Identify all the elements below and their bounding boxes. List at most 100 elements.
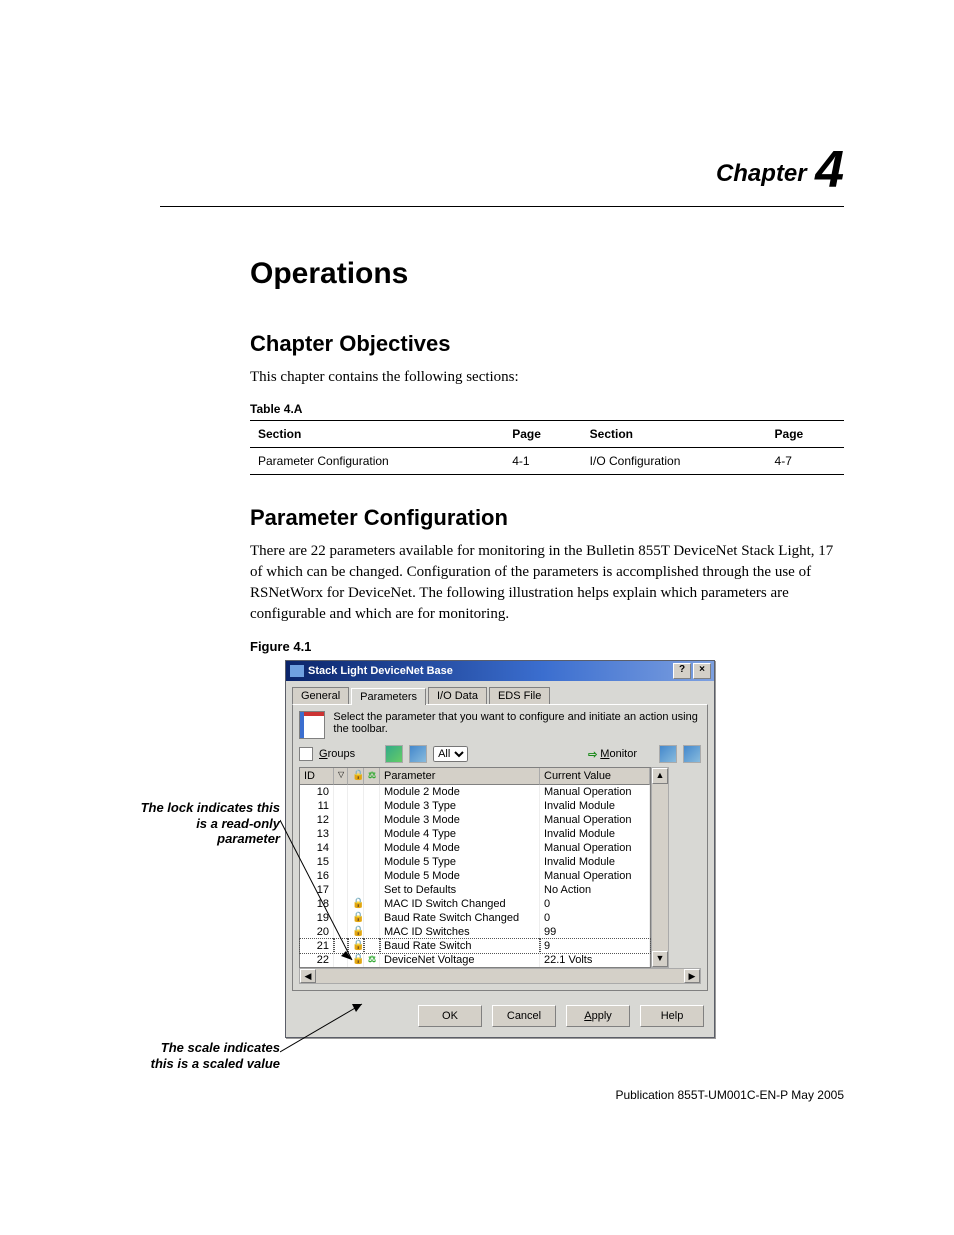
instruction-text: Select the parameter that you want to co… [333,711,701,739]
cell-parameter: Module 4 Mode [380,841,540,855]
cell-parameter: MAC ID Switch Changed [380,897,540,911]
col-scale-icon[interactable]: ⚖ [364,768,380,785]
titlebar-help-button[interactable]: ? [673,663,691,679]
groups-checkbox[interactable] [299,747,313,761]
scale-icon [364,869,380,883]
col-sort-icon[interactable]: ▽ [334,768,348,785]
objectives-intro: This chapter contains the following sect… [250,367,844,388]
scale-icon [364,799,380,813]
table-row[interactable]: 10 Module 2 ModeManual Operation [300,785,650,799]
param-config-heading: Parameter Configuration [250,505,844,531]
scale-icon [364,925,380,939]
ok-button[interactable]: OK [418,1005,482,1027]
annotation-lock: The lock indicates this is a read-only p… [140,800,280,847]
monitor-link[interactable]: ⇨ Monitor [588,748,637,761]
toolbar-icon-2[interactable] [409,745,427,763]
objectives-heading: Chapter Objectives [250,331,844,357]
col-id[interactable]: ID [300,768,334,785]
tab-strip: General Parameters I/O Data EDS File [286,681,714,704]
tab-eds-file[interactable]: EDS File [489,687,550,704]
col-section: Section [250,421,504,448]
cell-parameter: Baud Rate Switch [380,939,540,953]
tab-io-data[interactable]: I/O Data [428,687,487,704]
cell-parameter: Module 2 Mode [380,785,540,799]
scroll-left-icon[interactable]: ◀ [300,969,316,983]
cell-parameter: Module 5 Type [380,855,540,869]
cell-value: 0 [540,911,650,925]
titlebar-close-button[interactable]: × [693,663,711,679]
cell-value: Invalid Module [540,827,650,841]
annotation-lock-arrow-icon [280,810,360,970]
scale-icon [364,883,380,897]
horizontal-scrollbar[interactable]: ◀ ▶ [299,968,701,984]
lock-icon [348,785,364,799]
scale-icon [364,897,380,911]
cell-blank [334,785,348,799]
cell-parameter: MAC ID Switches [380,925,540,939]
page-title: Operations [250,257,844,291]
scroll-down-icon[interactable]: ▼ [652,951,668,967]
cell-parameter: Module 3 Mode [380,813,540,827]
app-icon [290,665,304,677]
cell-value: Manual Operation [540,869,650,883]
publication-footer: Publication 855T-UM001C-EN-P May 2005 [250,1088,844,1102]
cell-parameter: Module 5 Mode [380,869,540,883]
cell-value: 99 [540,925,650,939]
vertical-scrollbar[interactable]: ▲ ▼ [651,767,669,968]
chapter-number: 4 [815,141,844,199]
annotation-scale: The scale indicates this is a scaled val… [140,1040,280,1071]
cell-value: Manual Operation [540,785,650,799]
table-row: Parameter Configuration 4-1 I/O Configur… [250,448,844,475]
sections-table: Section Page Section Page Parameter Conf… [250,420,844,475]
parameter-sheet-icon [299,711,325,739]
scale-icon: ⚖ [364,953,380,967]
figure-caption: Figure 4.1 [250,639,844,654]
scale-icon [364,855,380,869]
cell-parameter: DeviceNet Voltage [380,953,540,967]
annotation-scale-arrow-icon [280,1000,370,1060]
cell-value: 0 [540,897,650,911]
tab-general[interactable]: General [292,687,349,704]
param-config-body: There are 22 parameters available for mo… [250,541,844,625]
toolbar-icon-1[interactable] [385,745,403,763]
cell-value: 22.1 Volts [540,953,650,967]
cell-value: Manual Operation [540,841,650,855]
chapter-heading: Chapter 4 [160,140,844,207]
filter-select[interactable]: All [433,746,468,762]
chapter-word: Chapter [716,160,807,187]
cell-value: 9 [540,939,650,953]
col-parameter[interactable]: Parameter [380,768,540,785]
col-lock-icon[interactable]: 🔒 [348,768,364,785]
col-section: Section [582,421,767,448]
arrow-right-icon: ⇨ [588,748,597,761]
scale-icon [364,939,380,953]
cell-parameter: Baud Rate Switch Changed [380,911,540,925]
cell-id: 10 [300,785,334,799]
scroll-right-icon[interactable]: ▶ [684,969,700,983]
groups-label: Groups [319,748,355,760]
tab-parameters[interactable]: Parameters [351,688,426,705]
dialog-title: Stack Light DeviceNet Base [308,665,673,677]
help-button[interactable]: Help [640,1005,704,1027]
cancel-button[interactable]: Cancel [492,1005,556,1027]
cell-parameter: Module 3 Type [380,799,540,813]
scale-icon [364,813,380,827]
table-caption: Table 4.A [250,402,844,416]
cell-value: Manual Operation [540,813,650,827]
cell-value: Invalid Module [540,799,650,813]
cell-value: No Action [540,883,650,897]
toolbar-icon-3[interactable] [659,745,677,763]
dialog-titlebar[interactable]: Stack Light DeviceNet Base ? × [286,661,714,681]
col-page: Page [767,421,844,448]
cell-parameter: Set to Defaults [380,883,540,897]
cell-parameter: Module 4 Type [380,827,540,841]
scale-icon [364,827,380,841]
scale-icon [364,785,380,799]
toolbar-icon-4[interactable] [683,745,701,763]
apply-button[interactable]: Apply [566,1005,630,1027]
col-current-value[interactable]: Current Value [540,768,650,785]
scale-icon [364,911,380,925]
scroll-up-icon[interactable]: ▲ [652,768,668,784]
col-page: Page [504,421,581,448]
scale-icon [364,841,380,855]
